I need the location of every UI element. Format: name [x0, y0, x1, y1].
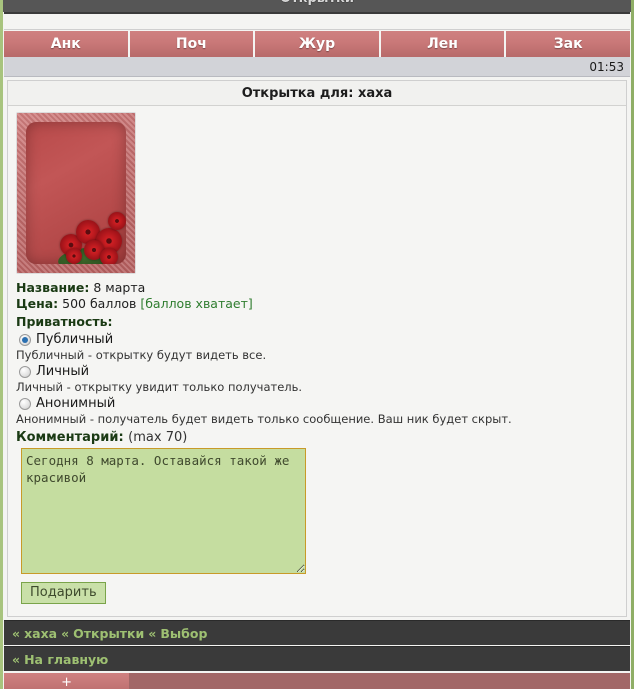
radio-public-icon[interactable]	[19, 333, 31, 346]
breadcrumb-chevron-2: «	[61, 625, 70, 641]
tab-pochta[interactable]: Поч	[129, 31, 254, 57]
home-link-bar: « На главную	[4, 646, 630, 671]
comment-max-hint: (max 70)	[128, 430, 188, 445]
postcard-name-value: 8 марта	[93, 280, 146, 295]
privacy-option-anonymous-label: Анонимный	[36, 396, 116, 411]
content-panel: Открытка для: хаха Название: 8 марта Цен…	[7, 80, 627, 617]
breadcrumb-item-choice[interactable]: Выбор	[160, 626, 207, 641]
postcard-price-value: 500 баллов	[62, 296, 137, 311]
privacy-option-public-label: Публичный	[36, 332, 114, 347]
radio-personal-icon[interactable]	[19, 365, 31, 378]
window-title: Открытки	[3, 0, 631, 5]
top-separator-strip	[4, 12, 630, 30]
privacy-heading: Приватность:	[16, 314, 113, 329]
postcard-inner	[26, 122, 126, 264]
tab-lenta[interactable]: Лен	[380, 31, 505, 57]
privacy-option-public[interactable]: Публичный	[19, 332, 618, 347]
comment-input[interactable]	[21, 448, 306, 574]
postcard-name-row: Название: 8 марта	[16, 280, 618, 296]
privacy-option-public-hint: Публичный - открытку будут видеть все.	[16, 348, 267, 362]
postcard-price-row: Цена: 500 баллов [баллов хватает]	[16, 296, 618, 312]
privacy-option-personal-label: Личный	[36, 364, 90, 379]
postcard-price-note: [баллов хватает]	[140, 296, 253, 311]
privacy-option-anonymous[interactable]: Анонимный	[19, 396, 618, 411]
comment-label-row: Комментарий: (max 70)	[16, 430, 618, 445]
breadcrumb-chevron-3: «	[148, 625, 157, 641]
window-title-bar: Открытки	[3, 0, 631, 12]
privacy-options: Публичный Публичный - открытку будут вид…	[16, 332, 618, 426]
footer-bar: +	[4, 673, 630, 689]
main-nav-tabs: Анк Поч Жур Лен Зак	[4, 31, 630, 57]
breadcrumb-item-user[interactable]: хаха	[24, 626, 57, 641]
submit-gift-button[interactable]: Подарить	[21, 582, 106, 604]
breadcrumb-item-postcards[interactable]: Открытки	[73, 626, 144, 641]
postcard-meta: Название: 8 марта Цена: 500 баллов [балл…	[16, 280, 618, 330]
postcard-price-label: Цена:	[16, 296, 59, 311]
comment-label: Комментарий:	[16, 430, 124, 445]
privacy-option-personal[interactable]: Личный	[19, 364, 618, 379]
roses-bouquet-icon	[54, 204, 126, 264]
tab-zhurnal[interactable]: Жур	[255, 31, 379, 57]
postcard-name-label: Название:	[16, 280, 90, 295]
postcard-preview-image[interactable]	[16, 112, 136, 274]
radio-anonymous-icon[interactable]	[19, 397, 31, 410]
home-link[interactable]: На главную	[24, 652, 108, 667]
breadcrumb-chevron-1: «	[12, 625, 21, 641]
clock-time: 01:53	[589, 59, 624, 74]
footer-plus-icon[interactable]: +	[61, 676, 72, 689]
tab-anketa[interactable]: Анк	[4, 31, 128, 57]
home-chevron: «	[12, 651, 21, 667]
page-title: Открытка для: хаха	[8, 81, 626, 106]
privacy-option-personal-hint: Личный - открытку увидит только получате…	[16, 380, 303, 394]
breadcrumb: « хаха « Открытки « Выбор	[4, 620, 630, 645]
status-bar: 01:53	[4, 57, 630, 77]
tab-zakladki[interactable]: Зак	[506, 31, 630, 57]
postcard-form: Название: 8 марта Цена: 500 баллов [балл…	[8, 106, 626, 616]
privacy-option-anonymous-hint: Анонимный - получатель будет видеть толь…	[16, 412, 512, 426]
app-window: Открытки Анк Поч Жур Лен Зак 01:53 Откры…	[0, 0, 634, 689]
